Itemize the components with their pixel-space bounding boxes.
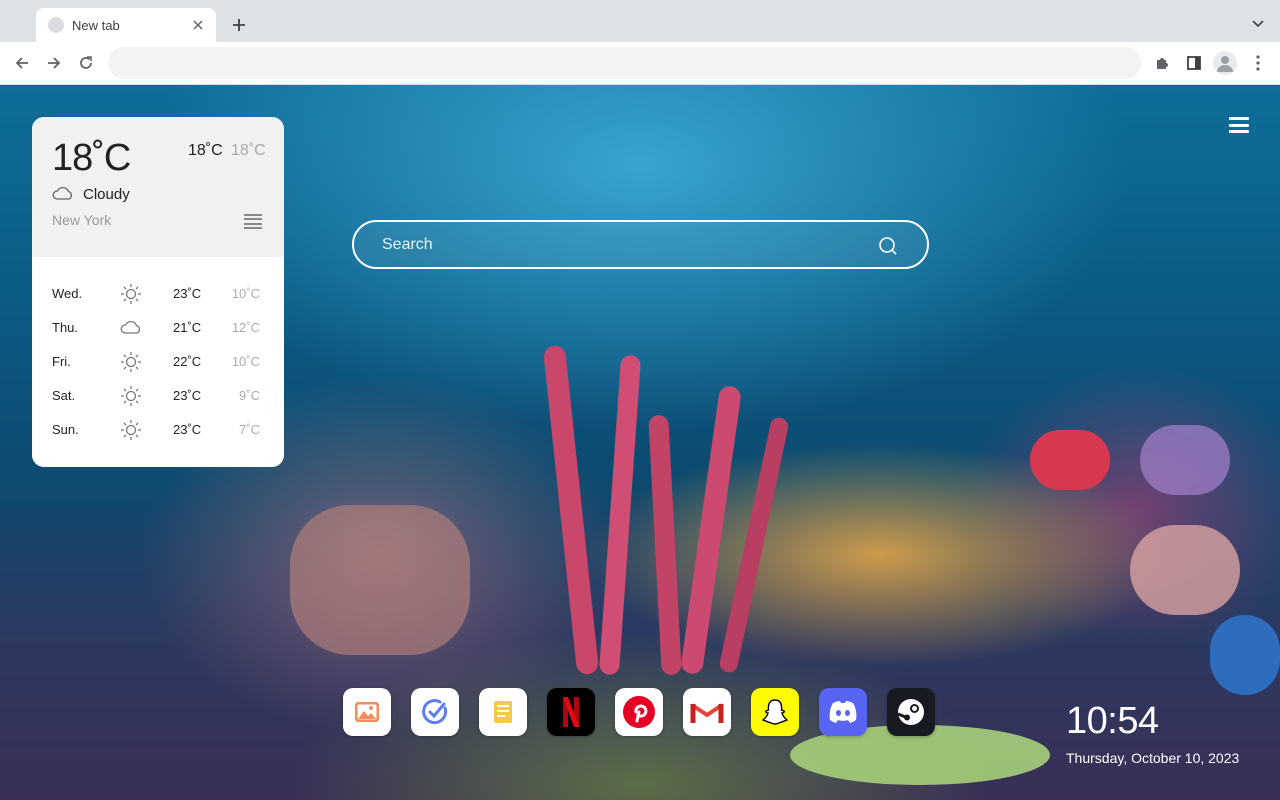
- search-icon[interactable]: [878, 236, 898, 256]
- forecast-low: 9˚C: [239, 388, 260, 403]
- favicon-icon: [48, 17, 64, 33]
- tab-search-button[interactable]: [1248, 14, 1268, 34]
- side-panel-icon: [1187, 56, 1201, 70]
- sun-icon: [121, 386, 141, 406]
- app-steam[interactable]: [887, 688, 935, 736]
- forecast-list: Wed. 23˚C 10˚C Thu. 21˚C 12˚C Fri. 22˚C …: [32, 277, 284, 447]
- new-tab-button[interactable]: [228, 14, 250, 36]
- snapchat-icon: [761, 699, 789, 725]
- forecast-row: Wed. 23˚C 10˚C: [32, 277, 284, 311]
- search-box[interactable]: [352, 220, 929, 269]
- forecast-low: 10˚C: [231, 286, 260, 301]
- weather-widget[interactable]: 18˚C 18˚C 18˚C Cloudy New York Wed. 23˚C…: [32, 117, 284, 467]
- app-gmail[interactable]: [683, 688, 731, 736]
- tab-new-tab[interactable]: New tab: [36, 8, 216, 42]
- app-pinterest[interactable]: [615, 688, 663, 736]
- hamburger-icon-line: [1229, 117, 1249, 120]
- app-netflix[interactable]: [547, 688, 595, 736]
- hamburger-icon-line: [1229, 123, 1249, 127]
- steam-icon: [897, 699, 924, 725]
- today-high: 18˚C: [188, 142, 223, 159]
- sun-icon: [121, 420, 141, 440]
- user-icon: [1217, 56, 1233, 72]
- list-icon[interactable]: [244, 214, 262, 229]
- reload-button[interactable]: [74, 51, 98, 75]
- chevron-down-icon: [1252, 20, 1264, 28]
- forecast-high: 23˚C: [173, 388, 202, 403]
- forward-button[interactable]: [42, 51, 66, 75]
- browser-toolbar: [0, 42, 1280, 85]
- forecast-day: Sat.: [52, 388, 76, 403]
- profile-avatar[interactable]: [1213, 51, 1237, 75]
- app-snapchat[interactable]: [751, 688, 799, 736]
- sun-icon: [121, 352, 141, 372]
- tab-strip: New tab: [0, 0, 1280, 42]
- search-input[interactable]: [382, 222, 862, 267]
- forecast-low: 7˚C: [239, 422, 260, 437]
- more-vert-icon: [1256, 55, 1260, 71]
- gmail-icon: [690, 703, 724, 723]
- app-gallery[interactable]: [343, 688, 391, 736]
- forecast-low: 10˚C: [231, 354, 260, 369]
- hamburger-icon-line: [1229, 130, 1249, 133]
- app-discord[interactable]: [819, 688, 867, 736]
- extensions-button[interactable]: [1150, 51, 1174, 75]
- image-icon: [355, 702, 379, 722]
- forecast-high: 22˚C: [173, 354, 202, 369]
- forecast-low: 12˚C: [231, 320, 260, 335]
- cloud-icon: [52, 187, 73, 200]
- clock-date: Thursday, October 10, 2023: [1066, 750, 1240, 766]
- weather-current: 18˚C 18˚C 18˚C Cloudy New York: [32, 117, 284, 257]
- back-button[interactable]: [10, 51, 34, 75]
- forecast-row: Sun. 23˚C 7˚C: [32, 413, 284, 447]
- pinterest-icon: [623, 696, 655, 728]
- puzzle-icon: [1157, 58, 1168, 69]
- today-low: 18˚C: [231, 142, 266, 159]
- app-todo[interactable]: [411, 688, 459, 736]
- forecast-high: 23˚C: [173, 286, 202, 301]
- close-tab-button[interactable]: [190, 17, 206, 33]
- forecast-high: 23˚C: [173, 422, 202, 437]
- new-tab-page: 18˚C 18˚C 18˚C Cloudy New York Wed. 23˚C…: [0, 85, 1280, 800]
- sun-icon: [121, 284, 141, 304]
- check-circle-icon: [422, 699, 448, 725]
- plus-icon: [233, 19, 245, 31]
- current-temperature: 18˚C: [52, 137, 131, 179]
- weather-city: New York: [52, 212, 112, 228]
- forecast-high: 21˚C: [173, 320, 202, 335]
- close-icon: [193, 20, 203, 30]
- netflix-icon: [563, 697, 579, 727]
- forecast-row: Sat. 23˚C 9˚C: [32, 379, 284, 413]
- weather-condition: Cloudy: [83, 186, 130, 203]
- discord-icon: [829, 701, 857, 723]
- clock-time: 10:54: [1066, 700, 1159, 742]
- forecast-day: Sun.: [52, 422, 79, 437]
- browser-menu-button[interactable]: [1246, 51, 1270, 75]
- forecast-day: Thu.: [52, 320, 79, 335]
- arrow-left-icon: [15, 57, 28, 69]
- app-dock: [343, 688, 935, 736]
- menu-button[interactable]: [1228, 115, 1250, 135]
- forecast-row: Fri. 22˚C 10˚C: [32, 345, 284, 379]
- forecast-row: Thu. 21˚C 12˚C: [32, 311, 284, 345]
- reload-icon: [80, 56, 92, 69]
- forecast-day: Wed.: [52, 286, 83, 301]
- tab-title: New tab: [72, 17, 120, 33]
- arrow-right-icon: [48, 57, 61, 69]
- side-panel-button[interactable]: [1182, 51, 1206, 75]
- cloud-icon: [120, 321, 141, 334]
- app-notes[interactable]: [479, 688, 527, 736]
- address-bar[interactable]: [108, 47, 1141, 79]
- note-icon: [494, 701, 512, 723]
- forecast-day: Fri.: [52, 354, 71, 369]
